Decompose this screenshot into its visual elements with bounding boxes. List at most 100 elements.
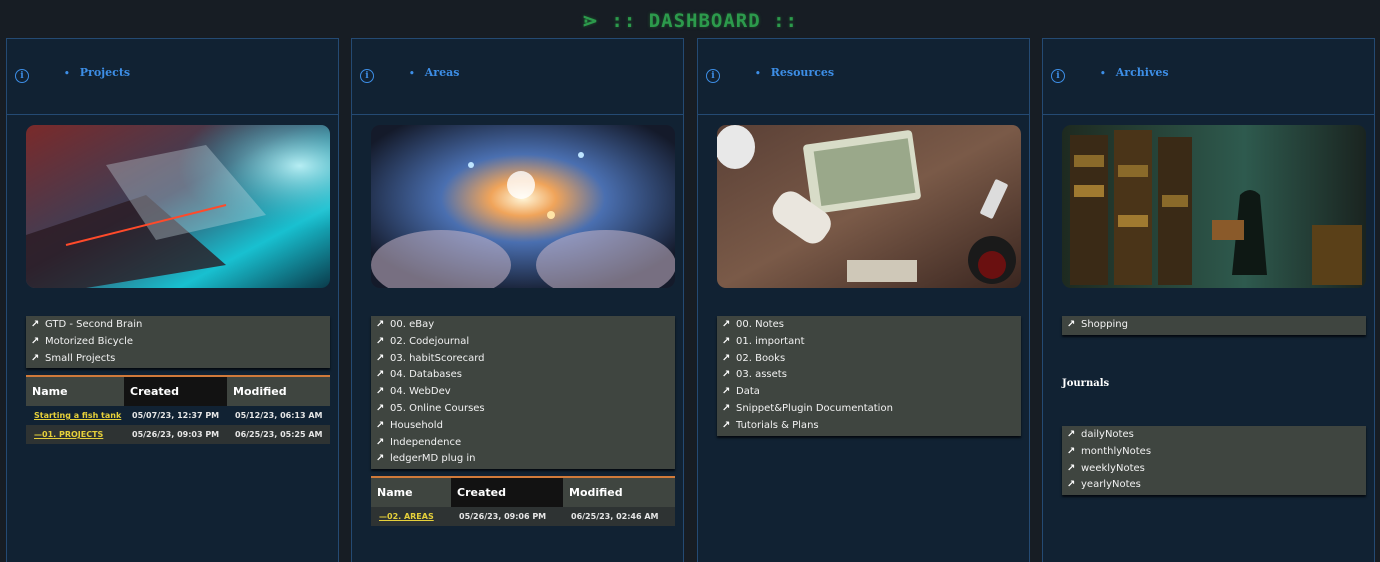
- table-header-row: Name Created Modified: [371, 478, 675, 507]
- arrow-up-right-icon: ↗: [722, 419, 731, 431]
- arrow-up-right-icon: ↗: [376, 319, 385, 330]
- link-label: 03. habitScorecard: [390, 352, 485, 364]
- column-header-name[interactable]: Name: [371, 478, 451, 507]
- list-item[interactable]: ↗ Tutorials & Plans: [717, 418, 1021, 435]
- list-item[interactable]: ↗ Small Projects: [26, 351, 330, 368]
- column-areas: i Areas ↗00. eBay ↗02. Codejournal ↗0: [351, 38, 684, 562]
- table-cell-modified: 05/12/23, 06:13 AM: [235, 411, 323, 420]
- link-label: dailyNotes: [1081, 429, 1134, 440]
- list-item[interactable]: ↗ 00. eBay: [371, 317, 675, 334]
- desk-with-money-image: [717, 125, 1021, 288]
- arrow-up-right-icon: ↗: [376, 335, 385, 347]
- link-label: 00. Notes: [736, 319, 784, 330]
- link-label: monthlyNotes: [1081, 445, 1152, 457]
- column-header-modified[interactable]: Modified: [563, 478, 675, 507]
- list-item[interactable]: ↗ 04. Databases: [371, 367, 675, 384]
- list-item[interactable]: ↗ 00. Notes: [717, 317, 1021, 334]
- arrow-up-right-icon: ↗: [722, 369, 731, 381]
- table-row: Starting a fish tank 05/07/23, 12:37 PM …: [26, 406, 330, 425]
- column-header-created[interactable]: Created: [451, 478, 563, 507]
- projects-table: Name Created Modified Starting a fish ta…: [26, 375, 330, 444]
- column-projects: i Projects ↗GTD - S: [6, 38, 339, 562]
- arrow-up-right-icon: ↗: [31, 335, 40, 347]
- list-item[interactable]: ↗ ledgerMD plug in: [371, 451, 675, 468]
- column-header-modified[interactable]: Modified: [227, 377, 330, 406]
- arrow-up-right-icon: ↗: [376, 352, 385, 364]
- column-archives: i Archives ↗ Shopping: [1042, 38, 1375, 562]
- note-link[interactable]: —01. PROJECTS: [34, 430, 103, 439]
- list-item[interactable]: ↗ dailyNotes: [1062, 427, 1366, 444]
- column-header: i Archives: [1043, 39, 1374, 115]
- list-item[interactable]: ↗ weeklyNotes: [1062, 461, 1366, 478]
- resources-link-list: ↗ 00. Notes ↗ 01. important ↗ 02. Books ↗ 03…: [717, 316, 1021, 436]
- list-item[interactable]: ↗ Independence: [371, 435, 675, 452]
- arrow-up-right-icon: ↗: [722, 335, 731, 347]
- link-label: 02. Books: [736, 352, 786, 364]
- list-item[interactable]: ↗ Data: [717, 384, 1021, 401]
- column-label-areas[interactable]: Areas: [409, 66, 460, 79]
- table-row: —02. AREAS 05/26/23, 09:06 PM 06/25/23, …: [371, 507, 675, 526]
- table-cell-created: 05/26/23, 09:03 PM: [132, 430, 220, 439]
- table-cell-name[interactable]: —01. PROJECTS: [26, 425, 124, 444]
- arrow-up-right-icon: ↗: [376, 419, 385, 431]
- column-label-resources[interactable]: Resources: [755, 66, 834, 79]
- arrow-up-right-icon: ↗: [376, 453, 385, 465]
- column-header: i Resources: [698, 39, 1029, 115]
- list-item[interactable]: ↗ Shopping: [1062, 317, 1366, 334]
- journals-heading: Journals: [1062, 378, 1110, 389]
- link-label: GTD - Second Brain: [45, 319, 143, 330]
- list-item[interactable]: ↗ yearlyNotes: [1062, 477, 1366, 494]
- info-icon[interactable]: i: [360, 69, 374, 83]
- column-header: i Areas: [352, 39, 683, 115]
- list-item[interactable]: ↗ monthlyNotes: [1062, 444, 1366, 461]
- list-item[interactable]: ↗ 05. Online Courses: [371, 401, 675, 418]
- list-item[interactable]: ↗ 03. assets: [717, 367, 1021, 384]
- table-row: —01. PROJECTS 05/26/23, 09:03 PM 06/25/2…: [26, 425, 330, 444]
- arrow-up-right-icon: ↗: [1067, 319, 1076, 330]
- column-header-name[interactable]: Name: [26, 377, 124, 406]
- list-item[interactable]: ↗ 02. Books: [717, 351, 1021, 368]
- projects-link-list: ↗ GTD - Second Brain ↗ Motorized Bicycle ↗…: [26, 316, 330, 369]
- list-item[interactable]: ↗ 02. Codejournal: [371, 334, 675, 351]
- blueprint-desk-image: [26, 125, 330, 288]
- list-item[interactable]: ↗ Motorized Bicycle: [26, 334, 330, 351]
- column-resources: i Resources ↗ 00. Notes ↗ 01. important: [697, 38, 1030, 562]
- link-label: Small Projects: [45, 352, 116, 364]
- list-item[interactable]: ↗ 01. important: [717, 334, 1021, 351]
- link-label: Household: [390, 419, 443, 431]
- link-label: 05. Online Courses: [390, 402, 485, 414]
- info-icon[interactable]: i: [1051, 69, 1065, 83]
- list-item[interactable]: ↗ Household: [371, 418, 675, 435]
- list-item[interactable]: ↗ 04. WebDev: [371, 384, 675, 401]
- table-cell-created: 05/26/23, 09:06 PM: [459, 512, 547, 521]
- arrow-up-right-icon: ↗: [31, 319, 40, 330]
- arrow-up-right-icon: ↗: [1067, 445, 1076, 457]
- arrow-up-right-icon: ↗: [1067, 462, 1076, 474]
- arrow-up-right-icon: ↗: [722, 352, 731, 364]
- table-cell-name[interactable]: Starting a fish tank: [26, 406, 124, 425]
- column-header-created[interactable]: Created: [124, 377, 227, 406]
- arrow-up-right-icon: ↗: [722, 319, 731, 330]
- link-label: Shopping: [1081, 319, 1128, 330]
- list-item[interactable]: ↗ GTD - Second Brain: [26, 317, 330, 334]
- column-label-archives[interactable]: Archives: [1100, 66, 1169, 79]
- table-cell-name[interactable]: —02. AREAS: [371, 507, 451, 526]
- table-cell-created: 05/07/23, 12:37 PM: [132, 411, 220, 420]
- column-label-projects[interactable]: Projects: [64, 66, 130, 79]
- link-label: 02. Codejournal: [390, 335, 470, 347]
- table-cell-modified: 06/25/23, 02:46 AM: [571, 512, 659, 521]
- list-item[interactable]: ↗ 03. habitScorecard: [371, 351, 675, 368]
- info-icon[interactable]: i: [706, 69, 720, 83]
- info-icon[interactable]: i: [15, 69, 29, 83]
- arrow-up-right-icon: ↗: [722, 402, 731, 414]
- arrow-up-right-icon: ↗: [722, 386, 731, 398]
- link-label: 00. eBay: [390, 319, 435, 330]
- note-link[interactable]: Starting a fish tank: [34, 411, 121, 420]
- column-header: i Projects: [7, 39, 338, 115]
- link-label: 04. WebDev: [390, 386, 451, 398]
- link-label: Snippet&Plugin Documentation: [736, 402, 893, 414]
- dashboard-title: ⋗ :: DASHBOARD ::: [582, 10, 798, 32]
- note-link[interactable]: —02. AREAS: [379, 512, 434, 521]
- glowing-hands-image: [371, 125, 675, 288]
- list-item[interactable]: ↗ Snippet&Plugin Documentation: [717, 401, 1021, 418]
